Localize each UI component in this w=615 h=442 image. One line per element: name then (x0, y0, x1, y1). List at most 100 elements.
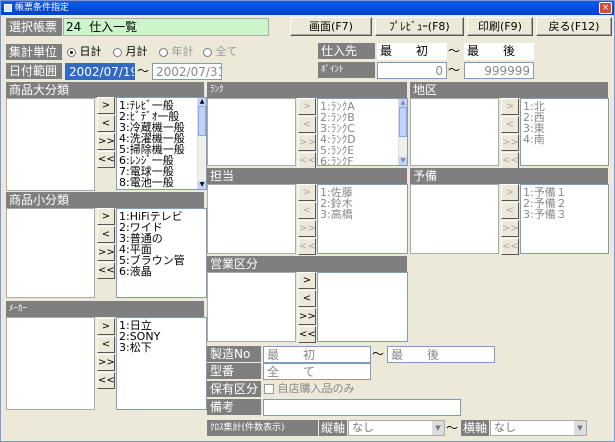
area-remove-all-button[interactable]: << (501, 152, 519, 169)
spare-remove-button[interactable]: < (501, 202, 519, 219)
cat-minor-add-all-button[interactable]: >> (97, 244, 115, 261)
holding-label: 保有区分 (207, 381, 261, 397)
close-button[interactable]: × (599, 2, 612, 14)
unit-radio-month[interactable]: 月計 (113, 45, 148, 58)
rank-list[interactable]: 1:ﾗﾝｸA 2:ﾗﾝｸB 3:ﾗﾝｸC 4:ﾗﾝｸD 5:ﾗﾝｸE 6:ﾗﾝｸ… (317, 98, 408, 166)
title-bar[interactable]: 帳票条件指定 × (1, 1, 614, 15)
spare-remove-all-button[interactable]: << (501, 238, 519, 255)
cat-major-add-all-button[interactable]: >> (97, 133, 115, 150)
scrollbar[interactable]: ▲ ▼ (197, 98, 206, 189)
staff-list[interactable]: 1:佐藤 2:鈴木 3:高橋 (317, 184, 408, 254)
maker-remove-all-button[interactable]: << (97, 372, 115, 389)
spare-add-button[interactable]: > (501, 184, 519, 201)
preview-button[interactable]: ﾌﾟﾚﾋﾞｭｰ(F8) (375, 17, 464, 36)
cat-major-add-button[interactable]: > (97, 97, 115, 114)
unit-radio-year[interactable]: 年計 (159, 45, 194, 58)
maker-list[interactable]: 1:日立 2:SONY 3:松下 (116, 317, 207, 410)
staff-add-all-button[interactable]: >> (298, 220, 316, 237)
holding-checkbox[interactable]: 自店購入品のみ (264, 381, 355, 397)
chevron-down-icon[interactable]: ▼ (432, 421, 444, 435)
staff-selected-pane[interactable] (207, 184, 296, 254)
cat-minor-label: 商品小分類 (6, 192, 204, 208)
area-list[interactable]: 1:北 2:西 3:東 4:南 (520, 98, 609, 166)
checkbox-box[interactable] (264, 384, 274, 394)
spare-add-all-button[interactable]: >> (501, 220, 519, 237)
cat-major-remove-all-button[interactable]: << (97, 151, 115, 168)
cat-minor-remove-all-button[interactable]: << (97, 262, 115, 279)
sales-div-add-button[interactable]: > (298, 272, 316, 289)
note-input[interactable] (263, 399, 461, 416)
cross-sep: ～ (446, 421, 459, 435)
cat-major-selected-pane[interactable] (6, 98, 95, 191)
supplier-sep: ～ (448, 44, 461, 58)
area-remove-button[interactable]: < (501, 116, 519, 133)
sales-div-list[interactable] (317, 272, 408, 342)
serial-to-input[interactable]: 最 後 (387, 346, 495, 363)
area-add-button[interactable]: > (501, 98, 519, 115)
list-item[interactable]: 3:高橋 (320, 209, 407, 220)
staff-remove-button[interactable]: < (298, 202, 316, 219)
cat-minor-selected-pane[interactable] (6, 208, 95, 298)
rank-add-button[interactable]: > (298, 98, 316, 115)
cat-major-list[interactable]: 1:ﾃﾚﾋﾞ一般 2:ﾋﾞﾃﾞｵ一般 3:冷蔵機一般 4:洗濯機一般 5:掃除機… (116, 97, 207, 190)
rank-remove-all-button[interactable]: << (298, 152, 316, 169)
horizontal-axis-select[interactable]: なし ▼ (490, 420, 587, 436)
area-add-all-button[interactable]: >> (501, 134, 519, 151)
unit-radio-group: 日計 月計 年計 全て (67, 44, 238, 60)
maker-add-button[interactable]: > (97, 318, 115, 335)
list-item[interactable]: 8:電池一般 (119, 177, 206, 188)
rank-remove-button[interactable]: < (298, 116, 316, 133)
maker-selected-pane[interactable] (6, 317, 95, 410)
rank-add-all-button[interactable]: >> (298, 134, 316, 151)
serial-from-input[interactable]: 最 初 (263, 346, 371, 363)
sales-div-remove-button[interactable]: < (298, 290, 316, 307)
screen-button[interactable]: 画面(F7) (290, 17, 372, 36)
cat-minor-list[interactable]: 1:HiFiテレビ 2:ワイド 3:普通の 4:平面 5:ブラウン管 6:液晶 (116, 208, 207, 298)
area-label: 地区 (410, 82, 608, 98)
date-label: 日付範囲 (6, 63, 62, 79)
date-to-input[interactable]: 2002/07/31 (152, 63, 222, 80)
model-label: 型番 (207, 363, 261, 379)
scrollbar[interactable]: ▲ ▼ (398, 99, 407, 165)
sales-div-remove-all-button[interactable]: << (298, 326, 316, 343)
staff-label: 担当 (207, 168, 407, 184)
list-item[interactable]: 6:ﾗﾝｸF (320, 156, 407, 165)
report-name: 仕入一覧 (89, 20, 138, 34)
rank-selected-pane[interactable] (207, 98, 296, 166)
cat-minor-remove-button[interactable]: < (97, 226, 115, 243)
supplier-to-input[interactable]: 最 後 (464, 43, 534, 60)
report-field[interactable]: 24 仕入一覧 (63, 18, 269, 36)
date-sep: ～ (137, 64, 150, 78)
print-button[interactable]: 印刷(F9) (467, 17, 533, 36)
vertical-axis-label: 縦軸 (319, 420, 347, 436)
sales-div-add-all-button[interactable]: >> (298, 308, 316, 325)
spare-selected-pane[interactable] (410, 184, 499, 254)
list-item[interactable]: 6:液晶 (119, 266, 206, 277)
staff-add-button[interactable]: > (298, 184, 316, 201)
unit-radio-day[interactable]: 日計 (67, 45, 102, 58)
sales-div-selected-pane[interactable] (207, 272, 296, 342)
list-item[interactable]: 4:南 (523, 134, 608, 145)
date-from-input[interactable]: 2002/07/19 (65, 63, 135, 80)
back-button[interactable]: 戻る(F12) (536, 17, 612, 36)
cross-label: ｸﾛｽ集計(件数表示) (207, 420, 318, 436)
cat-minor-add-button[interactable]: > (97, 208, 115, 225)
list-item[interactable]: 3:予備３ (523, 209, 608, 220)
spare-list[interactable]: 1:予備１ 2:予備２ 3:予備３ (520, 184, 609, 254)
vertical-axis-select[interactable]: なし ▼ (348, 420, 445, 436)
serial-sep: ～ (372, 347, 385, 361)
maker-label: ﾒｰｶｰ (6, 301, 204, 317)
rank-label: ﾗﾝｸ (207, 82, 407, 98)
unit-radio-all[interactable]: 全て (203, 45, 238, 58)
model-input[interactable]: 全 て (263, 363, 371, 380)
point-from-input[interactable]: 0 (377, 62, 447, 79)
cat-major-remove-button[interactable]: < (97, 115, 115, 132)
staff-remove-all-button[interactable]: << (298, 238, 316, 255)
maker-add-all-button[interactable]: >> (97, 354, 115, 371)
chevron-down-icon[interactable]: ▼ (574, 421, 586, 435)
maker-remove-button[interactable]: < (97, 336, 115, 353)
supplier-from-input[interactable]: 最 初 (377, 43, 447, 60)
list-item[interactable]: 3:松下 (119, 342, 206, 353)
point-to-input[interactable]: 999999 (464, 62, 534, 79)
area-selected-pane[interactable] (410, 98, 499, 166)
